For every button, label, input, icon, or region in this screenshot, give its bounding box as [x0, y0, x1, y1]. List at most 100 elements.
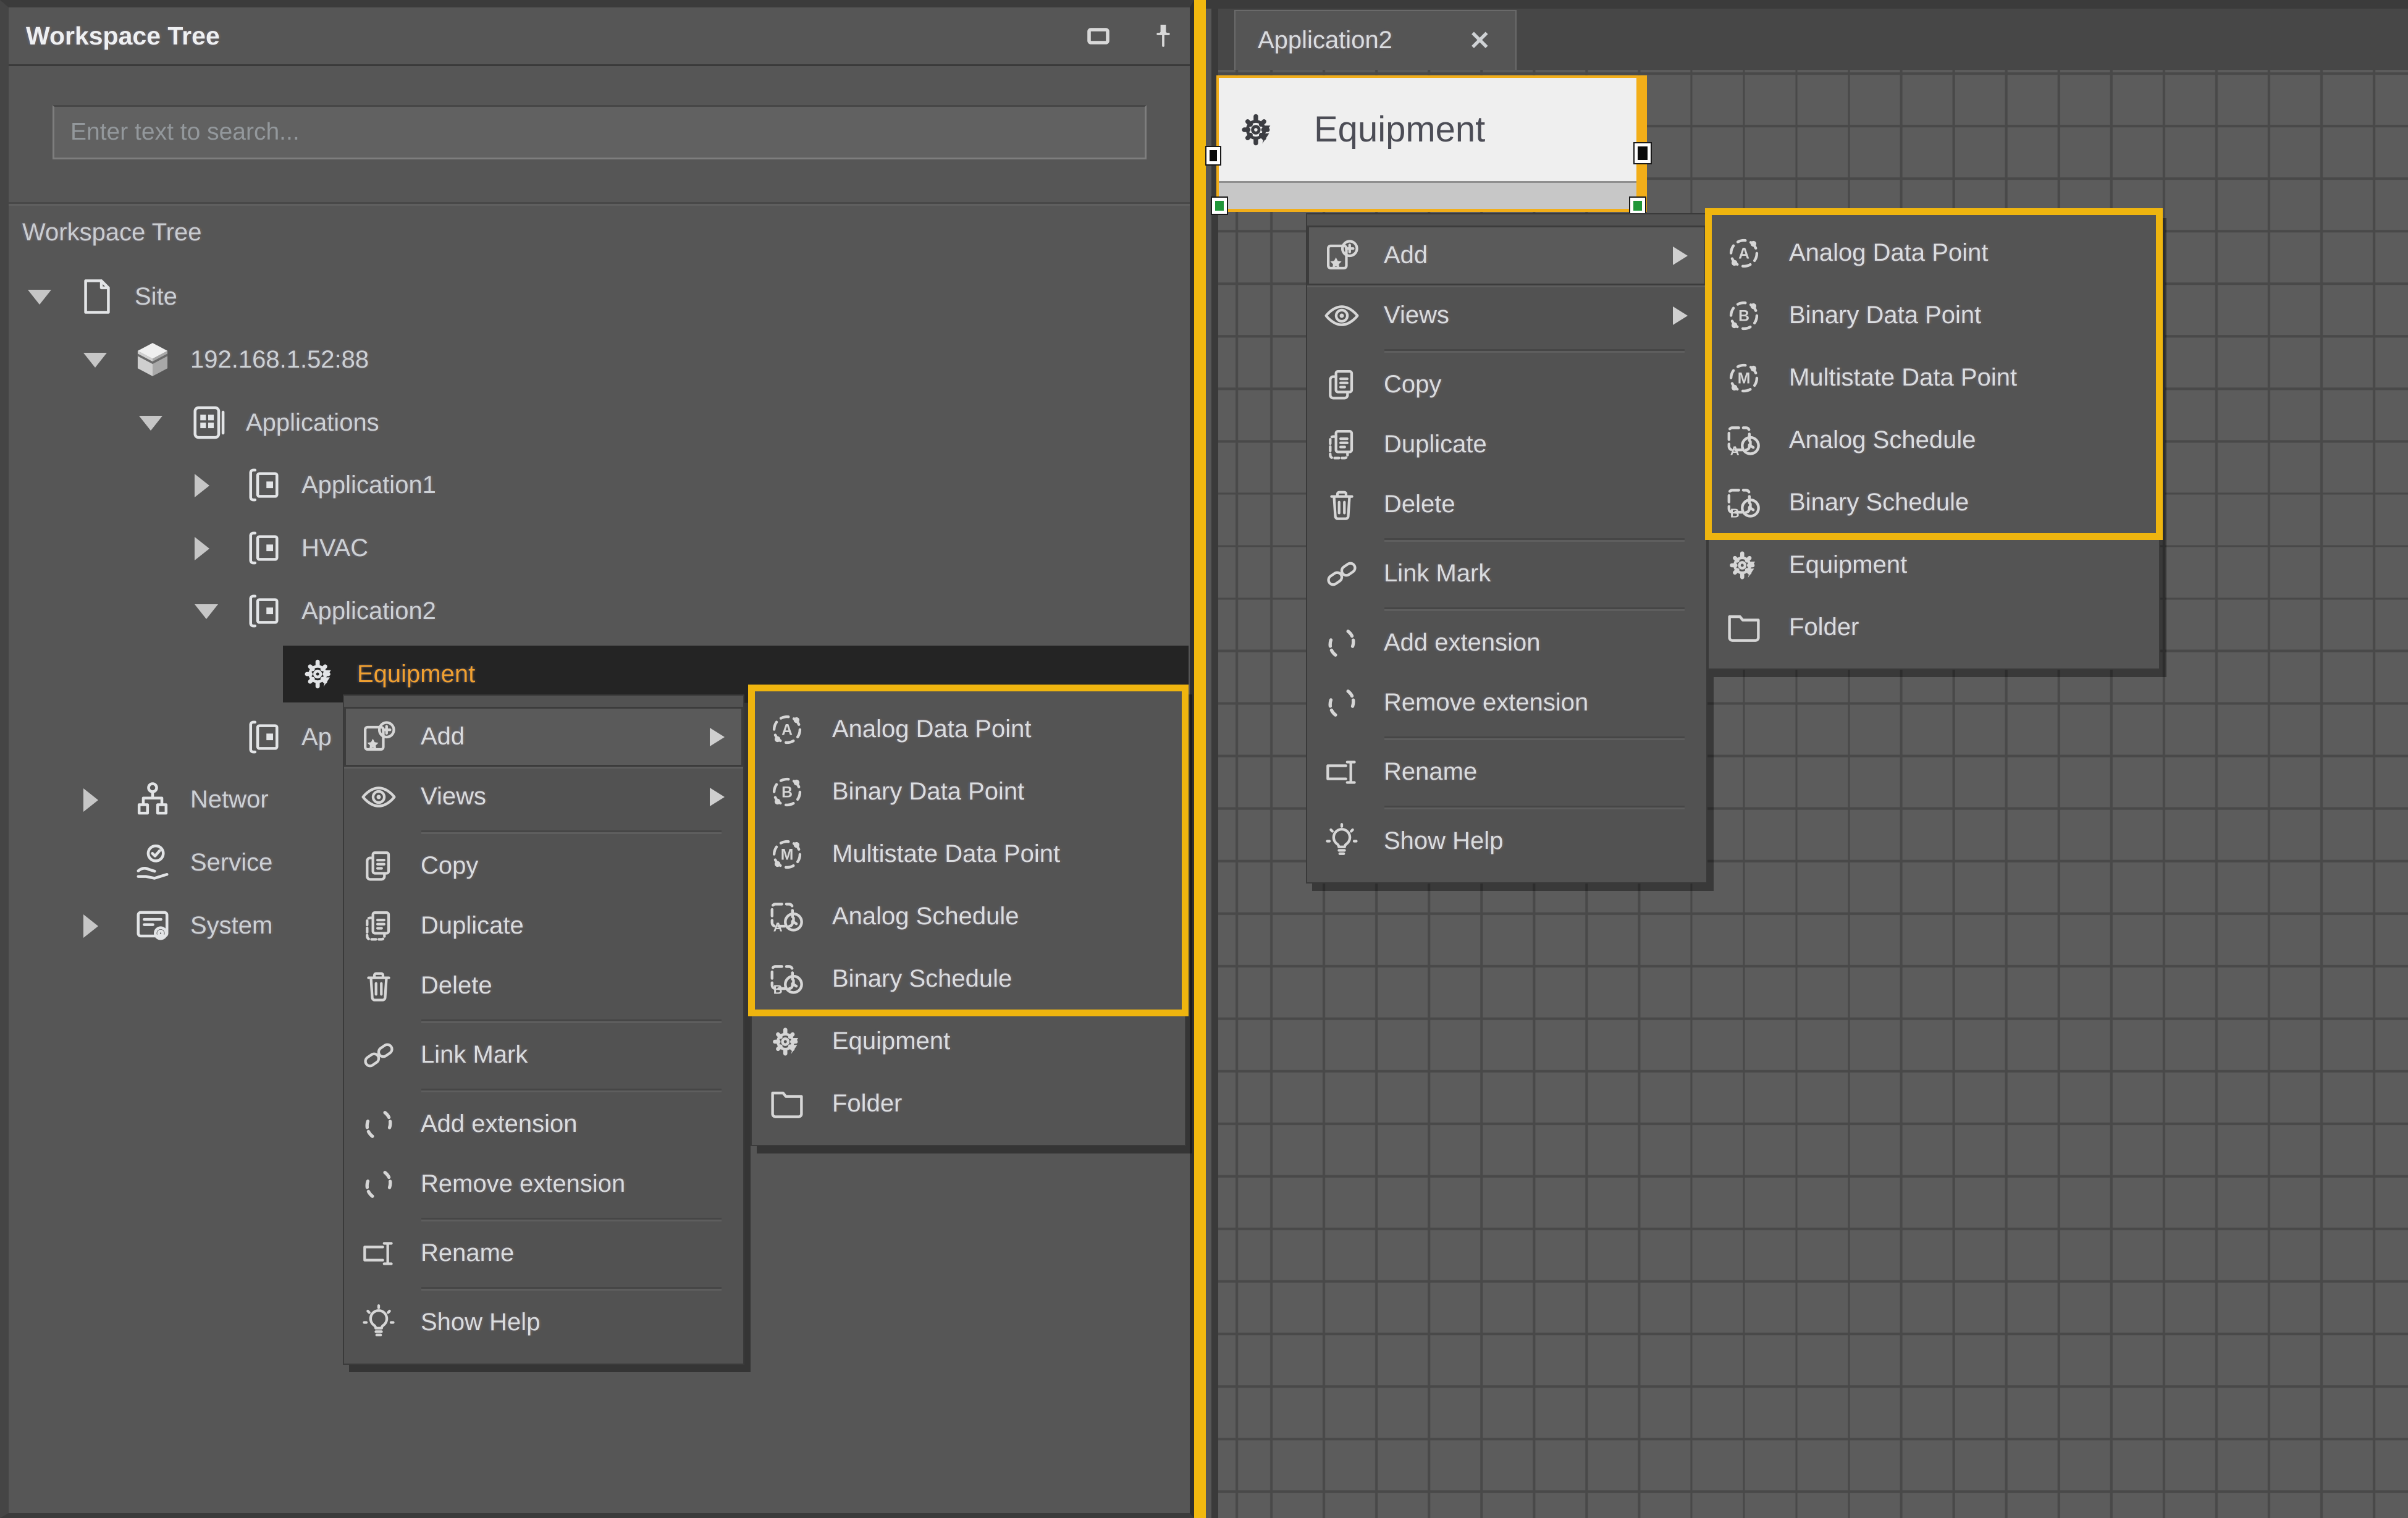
menu-separator	[1384, 806, 1685, 807]
caret-right-icon[interactable]	[195, 474, 209, 497]
close-icon[interactable]: ✕	[1469, 25, 1491, 56]
caret-down-icon[interactable]	[28, 290, 51, 305]
menu-item-delete[interactable]: Delete	[1307, 474, 1706, 534]
delete-icon	[1322, 485, 1362, 525]
menu-item-show-help[interactable]: Show Help	[344, 1292, 743, 1352]
menu-item-rename[interactable]: Rename	[344, 1223, 743, 1283]
menu-item-duplicate[interactable]: Duplicate	[1307, 415, 1706, 474]
analog-data-point-icon: A	[767, 709, 807, 750]
submenu-item-multistate-data-point[interactable]: MMultistate Data Point	[1709, 347, 2159, 409]
equipment-widget-label: Equipment	[1314, 109, 1485, 150]
tree-item-application1[interactable]: Application1	[9, 455, 1189, 515]
caret-down-icon[interactable]	[195, 604, 218, 619]
link-icon	[1322, 554, 1362, 594]
submenu-item-label: Multistate Data Point	[832, 840, 1060, 868]
menu-item-delete[interactable]: Delete	[344, 956, 743, 1016]
submenu-item-label: Equipment	[832, 1027, 950, 1055]
add-icon	[359, 717, 398, 757]
svg-text:B: B	[1738, 308, 1749, 324]
menu-item-label: Delete	[1384, 491, 1455, 518]
submenu-item-multistate-data-point[interactable]: M Multistate Data Point	[752, 823, 1185, 885]
menu-item-add-extension[interactable]: Add extension	[1307, 613, 1706, 673]
duplicate-icon	[1322, 425, 1362, 465]
resize-handle-bottom-right[interactable]	[1630, 198, 1645, 214]
submenu-item-analog-schedule[interactable]: AAnalog Schedule	[752, 885, 1185, 948]
tree-item-label: System	[190, 896, 272, 955]
context-menu-right: Add Views Copy Duplicate Delete Link Mark Add …	[1306, 213, 1707, 883]
svg-text:A: A	[773, 920, 783, 934]
menu-item-add[interactable]: Add	[344, 707, 743, 767]
submenu-item-label: Binary Schedule	[832, 965, 1012, 993]
resize-handle-bottom-left[interactable]	[1212, 198, 1227, 214]
folder-icon	[1724, 607, 1764, 648]
svg-text:A: A	[1738, 245, 1749, 262]
copy-icon	[1322, 365, 1362, 405]
submenu-item-folder[interactable]: Folder	[1709, 596, 2159, 659]
menu-item-copy[interactable]: Copy	[344, 836, 743, 896]
submenu-item-analog-data-point[interactable]: A Analog Data Point	[752, 698, 1185, 761]
menu-separator	[1384, 538, 1685, 540]
submenu-item-binary-data-point[interactable]: BBinary Data Point	[1709, 284, 2159, 347]
submenu-item-binary-schedule[interactable]: BBinary Schedule	[1709, 471, 2159, 534]
panel-splitter[interactable]	[1194, 0, 1206, 1518]
tree-item-applications[interactable]: Applications	[9, 393, 1189, 452]
menu-item-duplicate[interactable]: Duplicate	[344, 896, 743, 956]
tree-item-hvac[interactable]: HVAC	[9, 518, 1189, 578]
menu-item-add-extension[interactable]: Add extension	[344, 1094, 743, 1154]
submenu-item-equipment[interactable]: Equipment	[1709, 534, 2159, 596]
menu-item-label: Add	[1384, 242, 1428, 269]
menu-item-label: Views	[421, 783, 486, 811]
submenu-item-folder[interactable]: Folder	[752, 1073, 1185, 1135]
caret-down-icon[interactable]	[83, 353, 107, 368]
copy-icon	[359, 846, 398, 886]
svg-text:B: B	[773, 982, 783, 997]
menu-separator	[1384, 736, 1685, 738]
context-menu-left: Add Views CopyDuplicateDelete Link Mark Add …	[343, 694, 744, 1365]
menu-item-link-mark[interactable]: Link Mark	[344, 1025, 743, 1085]
caret-right-icon[interactable]	[83, 788, 98, 812]
equipment-icon	[298, 653, 340, 695]
menu-item-label: Rename	[1384, 758, 1477, 786]
tree-item-application2[interactable]: Application2	[9, 581, 1189, 641]
submenu-item-equipment[interactable]: Equipment	[752, 1010, 1185, 1073]
submenu-item-binary-schedule[interactable]: B Binary Schedule	[752, 948, 1185, 1010]
caret-right-icon[interactable]	[195, 537, 209, 560]
folder-icon	[767, 1084, 807, 1124]
caret-down-icon[interactable]	[139, 416, 162, 431]
submenu-item-label: Analog Data Point	[832, 715, 1031, 743]
menu-item-views[interactable]: Views	[1307, 285, 1706, 345]
resize-handle-right[interactable]	[1635, 143, 1651, 163]
tree-item-site[interactable]: Site	[9, 267, 1189, 326]
application-icon	[243, 464, 285, 506]
menu-item-views[interactable]: Views	[344, 767, 743, 827]
application-icon	[243, 590, 285, 632]
tree-item-192-168-1-52-88[interactable]: 192.168.1.52:88	[9, 330, 1189, 389]
extension-icon	[359, 1105, 398, 1144]
network-icon	[132, 778, 174, 820]
panel-edge-strip-dark	[1211, 9, 1218, 1518]
tab-bar: Application2 ✕	[1218, 9, 2408, 70]
menu-item-link-mark[interactable]: Link Mark	[1307, 544, 1706, 604]
menu-separator	[421, 830, 722, 832]
menu-separator	[421, 1287, 722, 1289]
help-icon	[359, 1303, 398, 1343]
submenu-item-analog-schedule[interactable]: AAnalog Schedule	[1709, 409, 2159, 471]
menu-item-label: Duplicate	[1384, 431, 1487, 458]
delete-icon	[359, 966, 398, 1006]
menu-item-remove-extension[interactable]: Remove extension	[1307, 673, 1706, 733]
tab-application2[interactable]: Application2 ✕	[1234, 10, 1517, 70]
resize-handle-left[interactable]	[1206, 147, 1220, 164]
menu-separator	[1384, 349, 1685, 351]
menu-item-remove-extension[interactable]: Remove extension	[344, 1154, 743, 1214]
menu-item-rename[interactable]: Rename	[1307, 742, 1706, 802]
equipment-widget-header: Equipment	[1219, 78, 1636, 181]
menu-item-add[interactable]: Add	[1307, 226, 1706, 285]
multistate-data-point-icon: M	[767, 834, 807, 875]
menu-item-copy[interactable]: Copy	[1307, 355, 1706, 415]
submenu-item-binary-data-point[interactable]: BBinary Data Point	[752, 761, 1185, 823]
equipment-widget-body	[1219, 181, 1636, 209]
submenu-item-analog-data-point[interactable]: AAnalog Data Point	[1709, 222, 2159, 284]
menu-item-show-help[interactable]: Show Help	[1307, 811, 1706, 871]
caret-right-icon[interactable]	[83, 914, 98, 938]
equipment-widget[interactable]: Equipment	[1216, 75, 1647, 212]
